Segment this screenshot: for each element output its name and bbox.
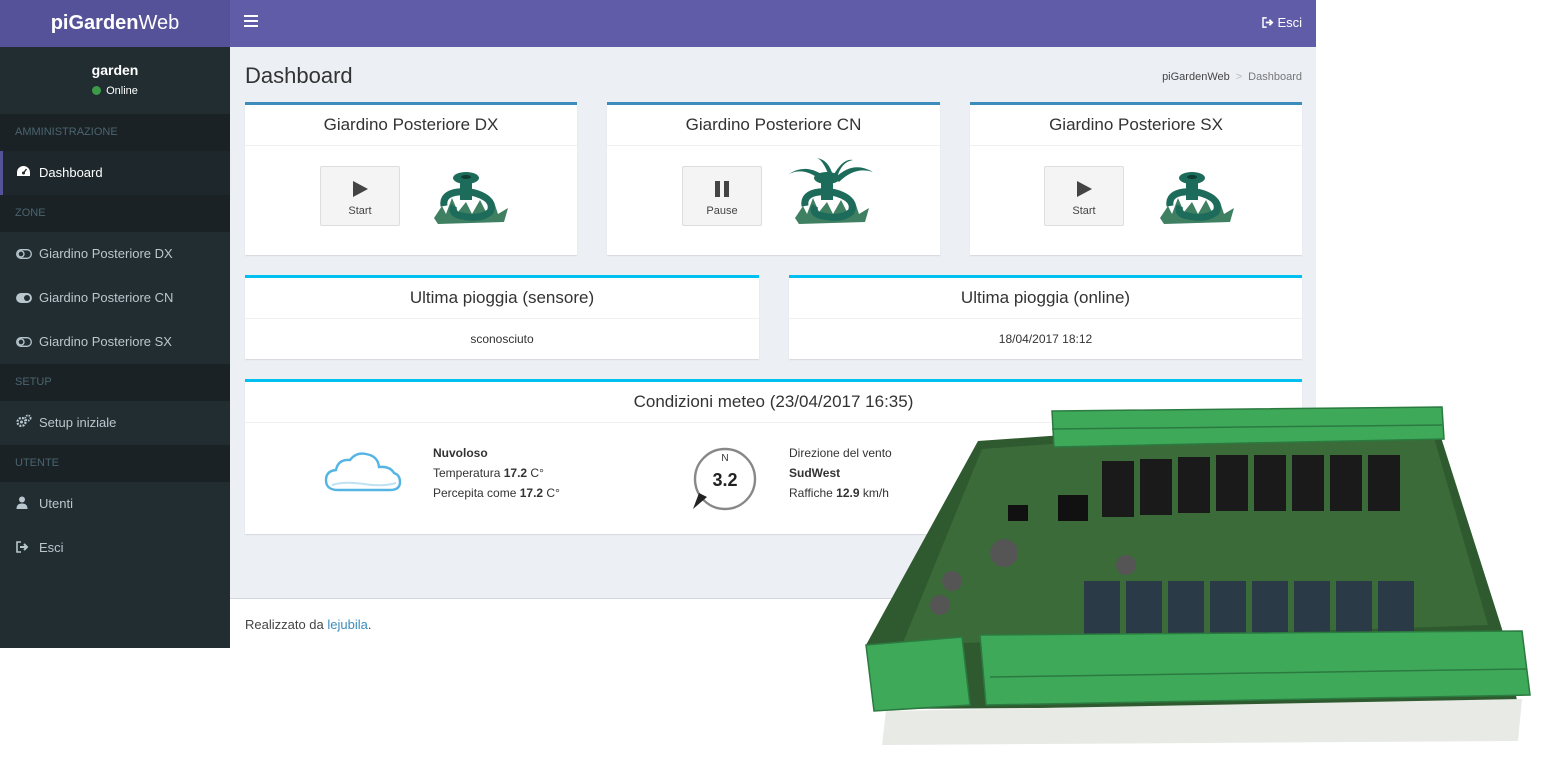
- zone-title: Giardino Posteriore SX: [970, 105, 1302, 146]
- feels-like-row: Percepita come 17.2 C°: [433, 486, 560, 500]
- toggle-on-icon: [16, 277, 32, 321]
- sidebar-item-zone-dx[interactable]: Giardino Posteriore DX: [0, 232, 230, 276]
- sidebar-item-dashboard[interactable]: Dashboard: [0, 151, 230, 195]
- sidebar-header-zone: ZONE: [0, 195, 230, 232]
- sprinkler-icon: [434, 172, 508, 224]
- status-dot-icon: [92, 86, 102, 95]
- relay-board-image: [865, 406, 1531, 745]
- footer-author-link[interactable]: lejubila: [327, 617, 367, 632]
- rain-online-value: 18/04/2017 18:12: [998, 332, 1093, 346]
- sign-out-icon: [1262, 17, 1274, 28]
- rain-sensor-value: sconosciuto: [470, 332, 534, 346]
- zone-box-cn: Giardino Posteriore CN Pause: [607, 102, 940, 255]
- gears-icon: [16, 402, 32, 446]
- app-logo[interactable]: piGardenWeb: [0, 0, 230, 47]
- logout-button[interactable]: Esci: [1262, 15, 1302, 30]
- cloud-icon: [324, 452, 402, 492]
- wind-speed: 3.2: [712, 470, 738, 490]
- user-status: Online: [0, 85, 230, 97]
- rain-sensor-box: Ultima pioggia (sensore) sconosciuto: [245, 275, 759, 359]
- toggle-off-icon: [16, 321, 32, 365]
- sidebar: garden Online AMMINISTRAZIONE Dashboard …: [0, 47, 230, 648]
- zone-box-dx: Giardino Posteriore DX Start: [245, 102, 577, 255]
- hamburger-menu-icon[interactable]: [244, 15, 258, 29]
- sidebar-header-setup: SETUP: [0, 364, 230, 401]
- rain-sensor-title: Ultima pioggia (sensore): [245, 278, 759, 319]
- footer-text: Realizzato da lejubila.: [245, 617, 372, 632]
- temperature-row: Temperatura 17.2 C°: [433, 466, 544, 480]
- sign-out-icon: [16, 527, 32, 571]
- wind-direction: SudWest: [789, 466, 841, 480]
- sidebar-item-utenti[interactable]: Utenti: [0, 482, 230, 526]
- zone-start-button[interactable]: Start: [320, 166, 400, 226]
- sidebar-item-zone-cn[interactable]: Giardino Posteriore CN: [0, 276, 230, 320]
- weather-conditions: Nuvoloso Temperatura 17.2 C° Percepita c…: [433, 443, 560, 503]
- user-name: garden: [91, 62, 139, 78]
- rain-online-title: Ultima pioggia (online): [789, 278, 1302, 319]
- sidebar-item-zone-sx[interactable]: Giardino Posteriore SX: [0, 320, 230, 364]
- sidebar-header-amministrazione: AMMINISTRAZIONE: [0, 114, 230, 151]
- breadcrumb-home[interactable]: piGardenWeb: [1162, 71, 1230, 83]
- dashboard-icon: [16, 152, 32, 196]
- weather-condition: Nuvoloso: [433, 446, 488, 460]
- breadcrumb: piGardenWeb > Dashboard: [1162, 71, 1302, 83]
- user-panel: garden Online: [0, 47, 230, 114]
- wind-compass: N 3.2: [693, 447, 757, 511]
- zone-title: Giardino Posteriore DX: [245, 105, 577, 146]
- sidebar-item-setup[interactable]: Setup iniziale: [0, 401, 230, 445]
- sidebar-header-utente: UTENTE: [0, 445, 230, 482]
- sprinkler-icon: [1160, 172, 1234, 224]
- zone-box-sx: Giardino Posteriore SX Start: [970, 102, 1302, 255]
- zone-start-button[interactable]: Start: [1044, 166, 1124, 226]
- zone-pause-button[interactable]: Pause: [682, 166, 762, 226]
- play-icon: [353, 181, 368, 197]
- rain-online-box: Ultima pioggia (online) 18/04/2017 18:12: [789, 275, 1302, 359]
- breadcrumb-current: Dashboard: [1248, 71, 1302, 83]
- user-icon: [16, 483, 32, 527]
- top-navbar: Esci: [230, 0, 1316, 47]
- toggle-off-icon: [16, 233, 32, 277]
- play-icon: [1077, 181, 1092, 197]
- page-title: Dashboard: [245, 63, 353, 88]
- zone-title: Giardino Posteriore CN: [607, 105, 940, 146]
- sprinkler-active-icon: [789, 158, 873, 224]
- compass-north-label: N: [721, 453, 729, 464]
- pause-icon: [715, 181, 729, 197]
- sidebar-item-esci[interactable]: Esci: [0, 526, 230, 570]
